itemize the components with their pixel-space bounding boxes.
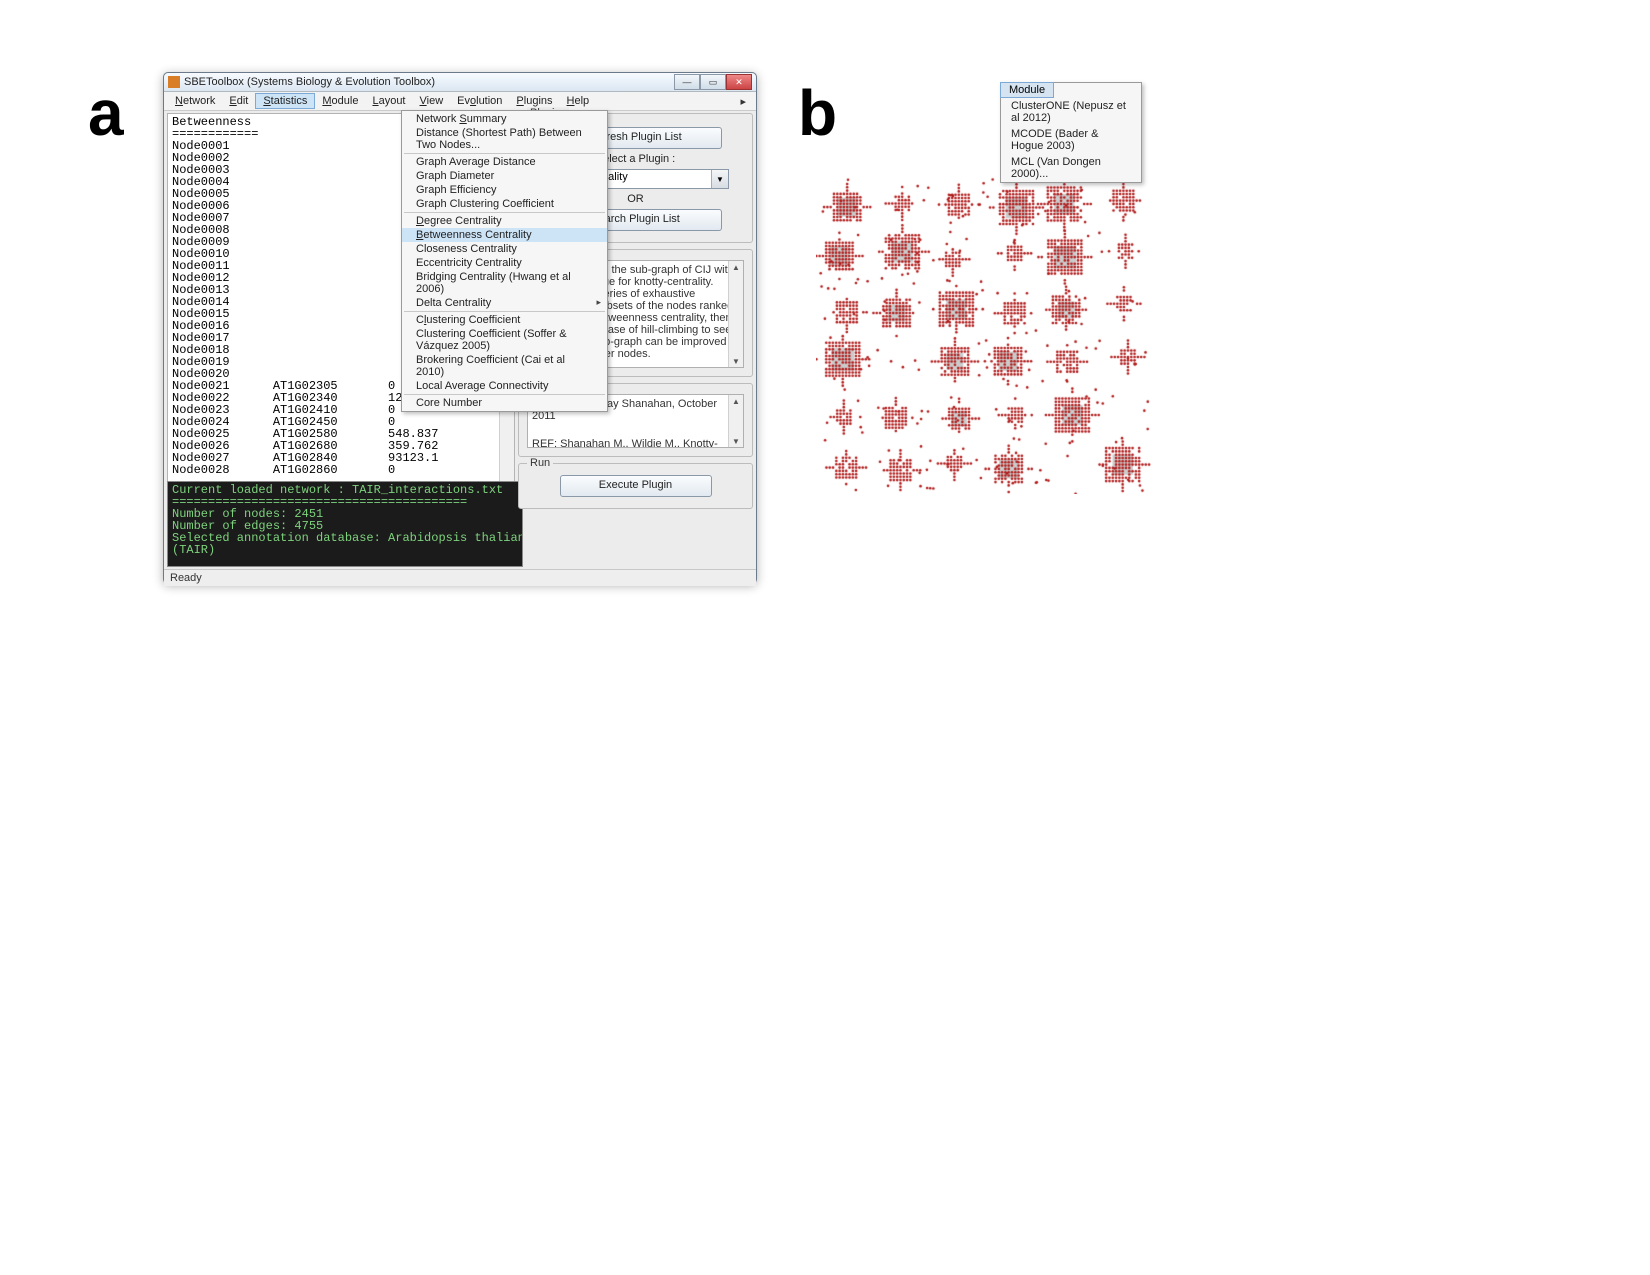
module-dropdown: Module ClusterONE (Nepusz et al 2012)MCO…	[1000, 82, 1142, 183]
stats-menu-item[interactable]: Bridging Centrality (Hwang et al 2006)	[402, 270, 607, 296]
stats-menu-item[interactable]: Graph Average Distance	[402, 155, 607, 169]
stats-menu-item[interactable]: Degree Centrality	[402, 214, 607, 228]
scroll-up-icon[interactable]: ▲	[729, 395, 743, 407]
menu-plugins[interactable]: Plugins	[509, 94, 559, 108]
console-panel: Current loaded network : TAIR_interactio…	[167, 481, 523, 567]
stats-menu-item[interactable]: Closeness Centrality	[402, 242, 607, 256]
run-group: Run Execute Plugin	[518, 463, 753, 509]
panel-label-a: a	[88, 76, 124, 150]
execute-plugin-button[interactable]: Execute Plugin	[560, 475, 712, 497]
module-menu-item[interactable]: MCODE (Bader & Hogue 2003)	[1001, 126, 1141, 154]
stats-menu-item[interactable]: Graph Clustering Coefficient	[402, 197, 607, 211]
menu-module[interactable]: Module	[315, 94, 365, 108]
minimize-button[interactable]: —	[674, 74, 700, 90]
authors-ref: REF: Shanahan M., Wildie M., Knotty-cent…	[532, 438, 739, 448]
stats-menu-item[interactable]: Clustering Coefficient (Soffer & Vázquez…	[402, 327, 607, 353]
scroll-down-icon[interactable]: ▼	[729, 355, 743, 367]
menu-view[interactable]: View	[413, 94, 451, 108]
menu-network[interactable]: Network	[168, 94, 222, 108]
titlebar: SBEToolbox (Systems Biology & Evolution …	[164, 73, 756, 92]
statistics-dropdown: Network SummaryDistance (Shortest Path) …	[401, 110, 608, 412]
scroll-down-icon[interactable]: ▼	[729, 435, 743, 447]
menubar: Network Edit Statistics Module Layout Vi…	[164, 92, 756, 111]
menu-evolution[interactable]: Evolution	[450, 94, 509, 108]
stats-menu-item[interactable]: Brokering Coefficient (Cai et al 2010)	[402, 353, 607, 379]
authors-scrollbar[interactable]: ▲ ▼	[728, 395, 743, 447]
stats-menu-item[interactable]: Distance (Shortest Path) Between Two Nod…	[402, 126, 607, 152]
stats-menu-item[interactable]: Eccentricity Centrality	[402, 256, 607, 270]
stats-menu-item[interactable]: Network Summary	[402, 112, 607, 126]
stats-menu-item[interactable]: Graph Diameter	[402, 169, 607, 183]
status-bar: Ready	[164, 569, 756, 586]
app-window: SBEToolbox (Systems Biology & Evolution …	[163, 72, 757, 584]
scroll-up-icon[interactable]: ▲	[729, 261, 743, 273]
menu-layout[interactable]: Layout	[365, 94, 412, 108]
menu-help[interactable]: Help	[560, 94, 597, 108]
app-icon	[168, 76, 180, 88]
panel-label-b: b	[798, 76, 837, 150]
menu-overflow-icon[interactable]: ▸	[734, 95, 752, 108]
chevron-down-icon[interactable]: ▼	[711, 170, 728, 188]
stats-menu-item[interactable]: Local Average Connectivity	[402, 379, 607, 393]
run-group-title: Run	[527, 457, 553, 469]
description-scrollbar[interactable]: ▲ ▼	[728, 261, 743, 367]
module-menu-item[interactable]: MCL (Van Dongen 2000)...	[1001, 154, 1141, 182]
stats-menu-item[interactable]: Graph Efficiency	[402, 183, 607, 197]
module-menu-item[interactable]: ClusterONE (Nepusz et al 2012)	[1001, 98, 1141, 126]
stats-menu-item[interactable]: Delta Centrality▸	[402, 296, 607, 310]
menu-statistics[interactable]: Statistics	[255, 93, 315, 109]
window-title: SBEToolbox (Systems Biology & Evolution …	[184, 76, 674, 88]
maximize-button[interactable]: ▭	[700, 74, 726, 90]
module-menu-tab[interactable]: Module	[1000, 82, 1054, 98]
close-button[interactable]: ✕	[726, 74, 752, 90]
menu-edit[interactable]: Edit	[222, 94, 255, 108]
stats-menu-item[interactable]: Betweenness Centrality	[402, 228, 607, 242]
stats-menu-item[interactable]: Clustering Coefficient	[402, 313, 607, 327]
stats-menu-item[interactable]: Core Number	[402, 396, 607, 410]
cluster-visualization	[816, 176, 1152, 494]
